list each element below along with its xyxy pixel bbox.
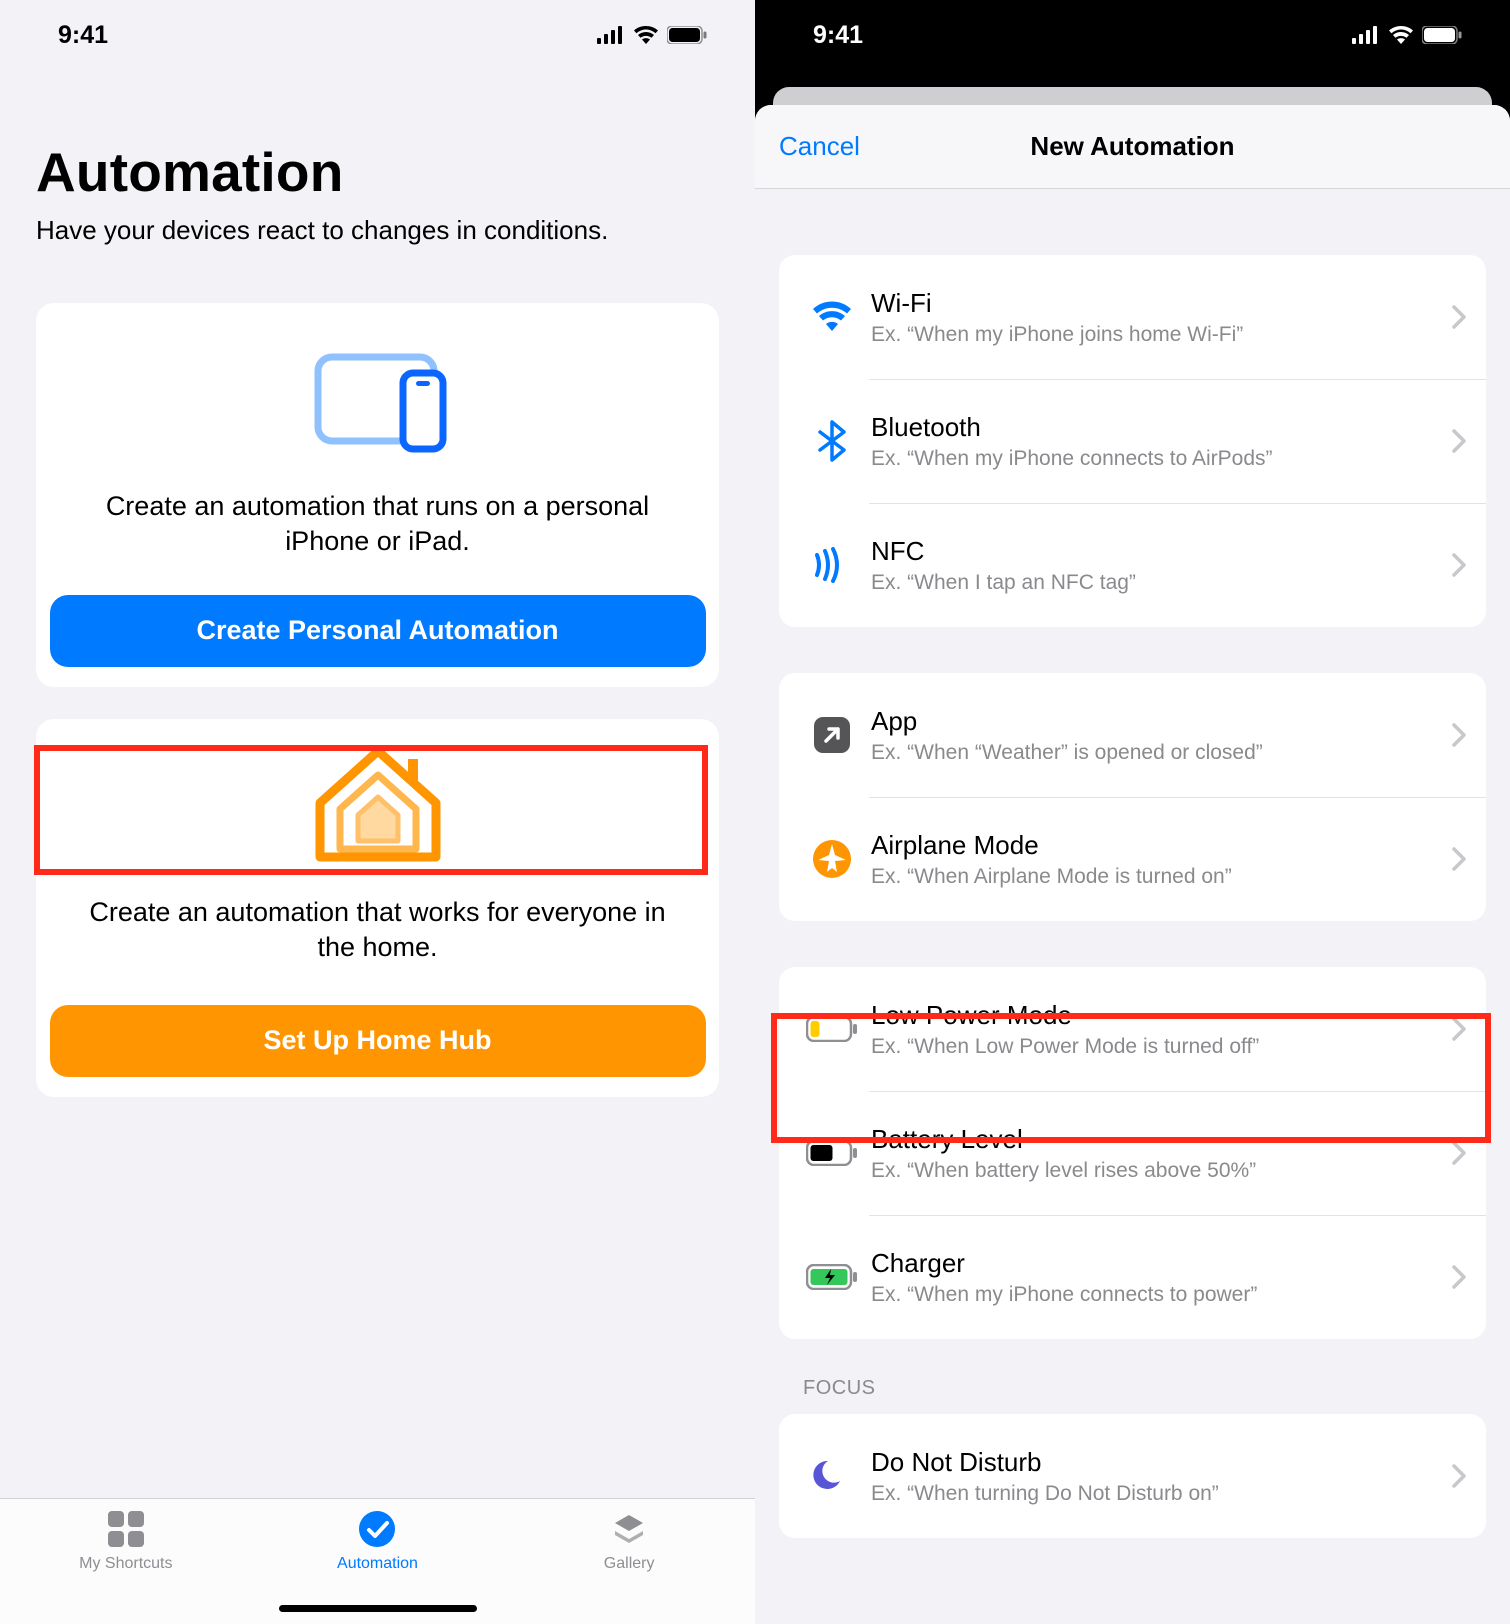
row-subtitle: Ex. “When Airplane Mode is turned on” xyxy=(871,865,1452,889)
chevron-right-icon xyxy=(1452,1265,1466,1289)
nfc-icon xyxy=(811,547,853,583)
chevron-right-icon xyxy=(1452,1464,1466,1488)
chevron-right-icon xyxy=(1452,723,1466,747)
trigger-group-focus: Do Not Disturb Ex. “When turning Do Not D… xyxy=(779,1414,1486,1538)
chevron-right-icon xyxy=(1452,1141,1466,1165)
low-power-icon xyxy=(806,1016,858,1042)
status-time: 9:41 xyxy=(813,21,863,50)
trigger-group-power: Low Power Mode Ex. “When Low Power Mode i… xyxy=(779,967,1486,1339)
automation-screen: 9:41 Automation Have your devices react … xyxy=(0,0,755,1624)
row-low-power-mode[interactable]: Low Power Mode Ex. “When Low Power Mode i… xyxy=(779,967,1486,1091)
row-subtitle: Ex. “When I tap an NFC tag” xyxy=(871,571,1452,595)
setup-home-hub-button[interactable]: Set Up Home Hub xyxy=(50,1005,706,1077)
trigger-group-connectivity: Wi-Fi Ex. “When my iPhone joins home Wi-F… xyxy=(779,255,1486,627)
status-icons xyxy=(1352,26,1462,44)
charger-icon xyxy=(806,1264,858,1290)
row-subtitle: Ex. “When “Weather” is opened or closed” xyxy=(871,741,1452,765)
airplane-icon xyxy=(811,838,853,880)
row-do-not-disturb[interactable]: Do Not Disturb Ex. “When turning Do Not D… xyxy=(779,1414,1486,1538)
app-icon xyxy=(812,715,852,755)
row-title: NFC xyxy=(871,536,1452,567)
highlight-create-personal xyxy=(34,745,708,875)
status-bar: 9:41 xyxy=(755,0,1510,70)
battery-icon xyxy=(667,26,707,44)
row-title: Charger xyxy=(871,1248,1452,1279)
row-subtitle: Ex. “When battery level rises above 50%” xyxy=(871,1159,1452,1183)
row-airplane-mode[interactable]: Airplane Mode Ex. “When Airplane Mode is … xyxy=(779,797,1486,921)
moon-icon xyxy=(813,1457,851,1495)
row-bluetooth[interactable]: Bluetooth Ex. “When my iPhone connects to… xyxy=(779,379,1486,503)
wifi-icon xyxy=(1388,26,1414,44)
row-title: Wi-Fi xyxy=(871,288,1452,319)
cellular-icon xyxy=(597,26,625,44)
new-automation-sheet: Cancel New Automation Wi-Fi Ex. “When my … xyxy=(755,105,1510,1624)
row-subtitle: Ex. “When my iPhone joins home Wi-Fi” xyxy=(871,323,1452,347)
personal-automation-card: Create an automation that runs on a pers… xyxy=(36,303,719,687)
tab-my-shortcuts[interactable]: My Shortcuts xyxy=(36,1507,216,1624)
battery-icon xyxy=(1422,26,1462,44)
row-subtitle: Ex. “When Low Power Mode is turned off” xyxy=(871,1035,1452,1059)
row-nfc[interactable]: NFC Ex. “When I tap an NFC tag” xyxy=(779,503,1486,627)
wifi-icon xyxy=(811,301,853,333)
page-subtitle: Have your devices react to changes in co… xyxy=(36,214,719,247)
devices-icon xyxy=(298,339,458,459)
wifi-icon xyxy=(633,26,659,44)
focus-header: FOCUS xyxy=(803,1377,1486,1400)
row-title: Battery Level xyxy=(871,1124,1452,1155)
gallery-tab-icon xyxy=(607,1507,651,1551)
automation-tab-icon xyxy=(355,1507,399,1551)
personal-card-desc: Create an automation that runs on a pers… xyxy=(48,489,707,559)
battery-level-icon xyxy=(806,1140,858,1166)
new-automation-screen: 9:41 Cancel New Automation Wi-Fi Ex. “Whe… xyxy=(755,0,1510,1624)
chevron-right-icon xyxy=(1452,847,1466,871)
row-subtitle: Ex. “When turning Do Not Disturb on” xyxy=(871,1482,1452,1506)
page-title: Automation xyxy=(36,140,719,204)
cellular-icon xyxy=(1352,26,1380,44)
home-indicator[interactable] xyxy=(279,1605,477,1612)
chevron-right-icon xyxy=(1452,429,1466,453)
tab-gallery[interactable]: Gallery xyxy=(539,1507,719,1624)
chevron-right-icon xyxy=(1452,1017,1466,1041)
tab-my-shortcuts-label: My Shortcuts xyxy=(79,1555,172,1573)
row-title: App xyxy=(871,706,1452,737)
sheet-header: Cancel New Automation xyxy=(755,105,1510,189)
shortcuts-tab-icon xyxy=(104,1507,148,1551)
row-title: Airplane Mode xyxy=(871,830,1452,861)
cancel-button[interactable]: Cancel xyxy=(779,131,860,162)
row-wifi[interactable]: Wi-Fi Ex. “When my iPhone joins home Wi-F… xyxy=(779,255,1486,379)
create-personal-automation-button[interactable]: Create Personal Automation xyxy=(50,595,706,667)
trigger-group-app: App Ex. “When “Weather” is opened or clos… xyxy=(779,673,1486,921)
status-bar: 9:41 xyxy=(0,0,755,70)
status-time: 9:41 xyxy=(58,21,108,50)
chevron-right-icon xyxy=(1452,553,1466,577)
row-subtitle: Ex. “When my iPhone connects to power” xyxy=(871,1283,1452,1307)
row-app[interactable]: App Ex. “When “Weather” is opened or clos… xyxy=(779,673,1486,797)
bluetooth-icon xyxy=(818,420,846,462)
row-charger[interactable]: Charger Ex. “When my iPhone connects to p… xyxy=(779,1215,1486,1339)
row-battery-level[interactable]: Battery Level Ex. “When battery level ris… xyxy=(779,1091,1486,1215)
row-title: Low Power Mode xyxy=(871,1000,1452,1031)
tab-gallery-label: Gallery xyxy=(604,1555,655,1573)
chevron-right-icon xyxy=(1452,305,1466,329)
row-subtitle: Ex. “When my iPhone connects to AirPods” xyxy=(871,447,1452,471)
tab-automation-label: Automation xyxy=(337,1555,418,1573)
row-title: Bluetooth xyxy=(871,412,1452,443)
status-icons xyxy=(597,26,707,44)
row-title: Do Not Disturb xyxy=(871,1447,1452,1478)
sheet-title: New Automation xyxy=(755,131,1510,162)
home-card-desc: Create an automation that works for ever… xyxy=(48,895,707,965)
